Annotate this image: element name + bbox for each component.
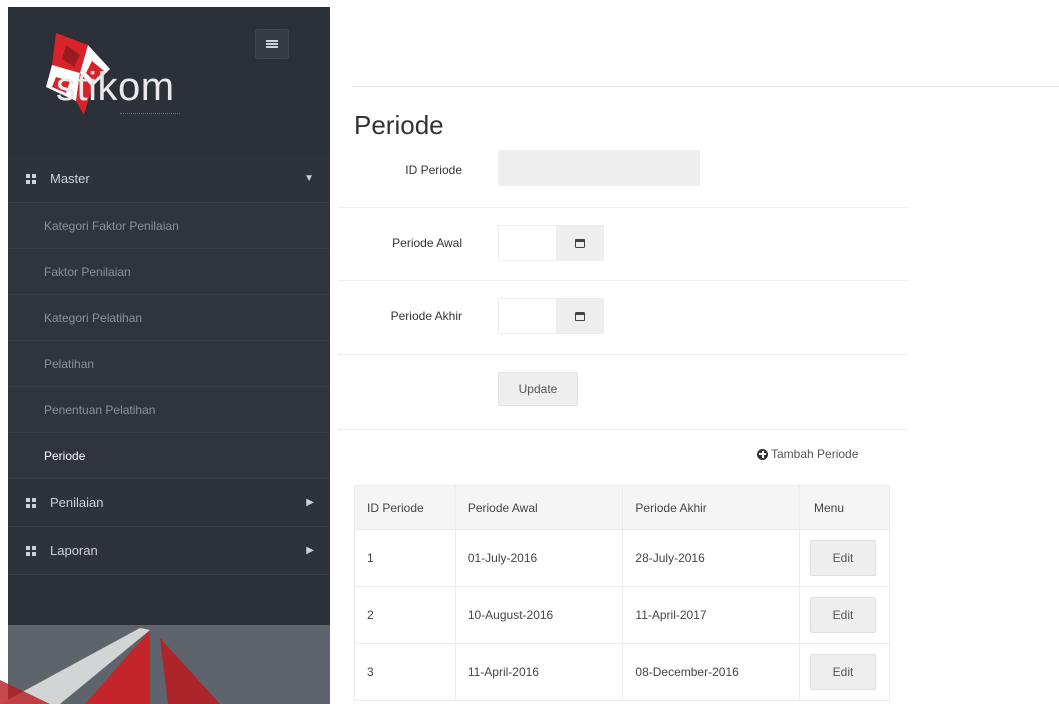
- periode-awal-label: Periode Awal: [392, 236, 462, 250]
- periode-akhir-input[interactable]: [498, 298, 556, 334]
- grid-icon: [26, 173, 36, 184]
- header-divider: [352, 86, 1059, 87]
- edit-button[interactable]: Edit: [810, 540, 877, 576]
- brand: stikom: [8, 7, 330, 155]
- cell-awal: 01-July-2016: [454, 529, 624, 587]
- periode-table: ID Periode Periode Awal Periode Akhir Me…: [354, 485, 890, 701]
- update-button[interactable]: Update: [498, 372, 578, 406]
- id-periode-input[interactable]: [498, 150, 700, 186]
- sidebar-footer: [8, 625, 330, 704]
- table-row: 3 11-April-2016 08-December-2016 Edit: [354, 643, 890, 701]
- form-row-awal: Periode Awal: [338, 208, 908, 281]
- page-title: Periode: [354, 110, 444, 140]
- sidebar: stikom Master ▼ Kategori Faktor Penilaia…: [8, 7, 330, 704]
- hamburger-icon: [266, 40, 278, 48]
- table-row: 2 10-August-2016 11-April-2017 Edit: [354, 586, 890, 644]
- cell-menu: Edit: [799, 529, 890, 587]
- cell-awal: 10-August-2016: [454, 586, 624, 644]
- form-row-id: ID Periode: [338, 148, 908, 208]
- periode-akhir-calendar-button[interactable]: [556, 298, 604, 334]
- table-header-row: ID Periode Periode Awal Periode Akhir Me…: [354, 485, 890, 530]
- grid-icon: [26, 545, 36, 556]
- chevron-down-icon: ▼: [304, 173, 314, 184]
- calendar-icon: [575, 311, 585, 321]
- sidebar-item-kategori-faktor-penilaian[interactable]: Kategori Faktor Penilaian: [8, 203, 330, 249]
- tambah-periode-label: Tambah Periode: [771, 447, 859, 461]
- edit-button[interactable]: Edit: [810, 597, 877, 633]
- periode-awal-calendar-button[interactable]: [556, 225, 604, 261]
- column-header-awal: Periode Awal: [454, 485, 624, 530]
- sidebar-item-laporan[interactable]: Laporan ▶: [8, 527, 330, 575]
- column-header-menu: Menu: [799, 485, 890, 530]
- table-row: 1 01-July-2016 28-July-2016 Edit: [354, 529, 890, 587]
- cell-akhir: 08-December-2016: [622, 643, 801, 701]
- periode-akhir-label: Periode Akhir: [390, 309, 462, 323]
- sidebar-item-kategori-pelatihan[interactable]: Kategori Pelatihan: [8, 295, 330, 341]
- cell-akhir: 11-April-2017: [622, 586, 801, 644]
- sidebar-item-faktor-penilaian[interactable]: Faktor Penilaian: [8, 249, 330, 295]
- form-row-update: Update: [338, 355, 908, 430]
- sidebar-item-label: Laporan: [50, 543, 98, 558]
- plus-circle-icon: [757, 448, 768, 460]
- cell-menu: Edit: [799, 586, 890, 644]
- sidebar-item-label: Master: [50, 171, 90, 186]
- logo-text: stikom: [56, 65, 175, 109]
- menu-toggle-button[interactable]: [255, 29, 289, 59]
- cell-id: 2: [354, 586, 456, 644]
- cell-id: 3: [354, 643, 456, 701]
- sidebar-item-master[interactable]: Master ▼: [8, 155, 330, 203]
- chevron-right-icon: ▶: [306, 497, 314, 508]
- sidebar-item-pelatihan[interactable]: Pelatihan: [8, 341, 330, 387]
- cell-awal: 11-April-2016: [454, 643, 624, 701]
- master-submenu: Kategori Faktor Penilaian Faktor Penilai…: [8, 203, 330, 479]
- cell-id: 1: [354, 529, 456, 587]
- calendar-icon: [575, 238, 585, 248]
- logo-tagline: [120, 113, 180, 116]
- sidebar-item-penilaian[interactable]: Penilaian ▶: [8, 479, 330, 527]
- tambah-periode-link[interactable]: Tambah Periode: [757, 447, 858, 461]
- periode-awal-field: [498, 225, 604, 261]
- periode-akhir-field: [498, 298, 604, 334]
- column-header-id: ID Periode: [354, 485, 456, 530]
- sidebar-item-label: Penilaian: [50, 495, 104, 510]
- sidebar-item-periode[interactable]: Periode: [8, 433, 330, 479]
- chevron-right-icon: ▶: [306, 545, 314, 556]
- cell-menu: Edit: [799, 643, 890, 701]
- column-header-akhir: Periode Akhir: [622, 485, 801, 530]
- grid-icon: [26, 497, 36, 508]
- periode-awal-input[interactable]: [498, 225, 556, 261]
- cell-akhir: 28-July-2016: [622, 529, 801, 587]
- sidebar-item-penentuan-pelatihan[interactable]: Penentuan Pelatihan: [8, 387, 330, 433]
- edit-button[interactable]: Edit: [810, 654, 877, 690]
- form-row-akhir: Periode Akhir: [338, 281, 908, 355]
- id-periode-label: ID Periode: [405, 163, 462, 177]
